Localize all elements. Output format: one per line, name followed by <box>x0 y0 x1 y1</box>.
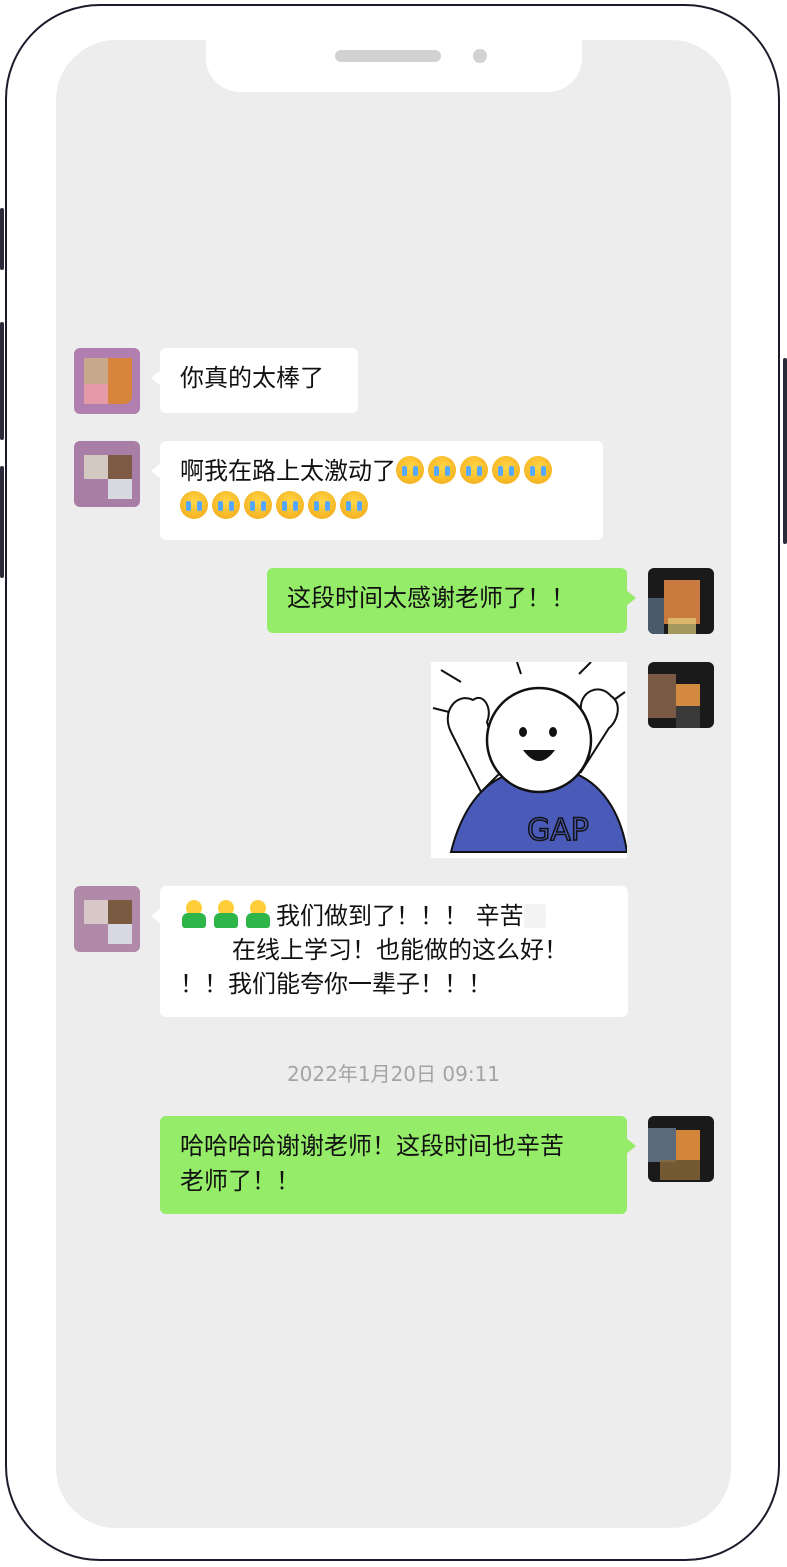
message-text: 我们做到了！！！ 辛苦 <box>276 902 524 930</box>
message-line: 在线上学习！也能做的这么好！ <box>180 933 608 967</box>
message-bubble-incoming[interactable]: 我们做到了！！！ 辛苦 在线上学习！也能做的这么好！ ！！我们能夸你一辈子！！！ <box>151 886 628 1017</box>
contact-avatar[interactable] <box>74 441 140 507</box>
crying-face-icon <box>244 491 272 519</box>
crying-face-icon <box>276 491 304 519</box>
message-line: 我们做到了！！！ 辛苦 <box>180 899 608 933</box>
sticker-text: GAP <box>527 813 589 848</box>
message-bubble-incoming[interactable]: 啊我在路上太激动了 <box>151 441 603 540</box>
crying-face-icon <box>340 491 368 519</box>
contact-avatar[interactable] <box>74 348 140 414</box>
message-line: ！！我们能夸你一辈子！！！ <box>180 967 608 1001</box>
message-line: 老师了！！ <box>180 1167 300 1195</box>
my-avatar[interactable] <box>648 662 714 728</box>
message-bubble-incoming[interactable]: 你真的太棒了 <box>151 348 358 413</box>
message-text: 你真的太棒了 <box>180 364 324 392</box>
my-avatar[interactable] <box>648 1116 714 1182</box>
message-text: 这段时间太感谢老师了！！ <box>287 584 575 612</box>
message-text: 在线上学习！也能做的这么好！ <box>232 936 568 964</box>
chat-screen[interactable]: 你真的太棒了 啊我在路上太激动了 这段时间太感谢老师了！！ GAP 我们做到了！… <box>56 40 731 1528</box>
crying-face-icon <box>428 456 456 484</box>
speaker <box>335 50 441 62</box>
crying-face-icon <box>180 491 208 519</box>
crying-face-icon <box>396 456 424 484</box>
contact-avatar[interactable] <box>74 886 140 952</box>
message-line: 啊我在路上太激动了 <box>180 454 583 489</box>
crying-face-icon <box>492 456 520 484</box>
chat-timestamp: 2022年1月20日 09:11 <box>286 1062 501 1086</box>
volume-down-button <box>0 466 4 578</box>
power-button <box>783 358 787 544</box>
front-camera <box>473 49 487 63</box>
message-bubble-outgoing[interactable]: 这段时间太感谢老师了！！ <box>267 568 636 633</box>
message-text: 啊我在路上太激动了 <box>180 457 396 485</box>
my-avatar[interactable] <box>648 568 714 634</box>
message-line: 哈哈哈哈谢谢老师！这段时间也辛苦 <box>180 1132 564 1160</box>
hugging-person-icon <box>212 900 240 930</box>
notch <box>206 40 582 92</box>
cheering-character-sticker: GAP <box>432 662 627 853</box>
message-bubble-outgoing[interactable]: 哈哈哈哈谢谢老师！这段时间也辛苦 老师了！！ <box>160 1116 636 1214</box>
redacted-text <box>523 904 546 928</box>
volume-up-button <box>0 322 4 440</box>
crying-face-icon <box>212 491 240 519</box>
message-line <box>180 489 583 524</box>
hugging-person-icon <box>180 900 208 930</box>
silent-switch <box>0 208 4 270</box>
message-text: ！！我们能夸你一辈子！！！ <box>180 970 492 998</box>
crying-face-icon <box>308 491 336 519</box>
crying-face-icon <box>524 456 552 484</box>
hugging-person-icon <box>244 900 272 930</box>
crying-face-icon <box>460 456 488 484</box>
sticker-image[interactable]: GAP <box>431 662 627 858</box>
